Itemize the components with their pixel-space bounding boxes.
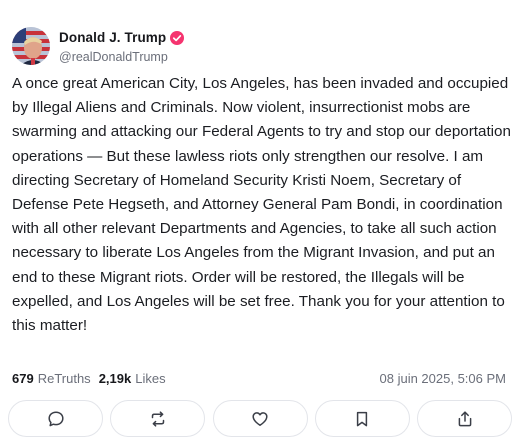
like-button[interactable] — [212, 400, 308, 437]
author-handle[interactable]: @realDonaldTrump — [59, 50, 184, 64]
action-bar — [8, 400, 512, 438]
bookmark-button[interactable] — [314, 400, 410, 437]
post-timestamp[interactable]: 08 juin 2025, 5:06 PM — [380, 371, 506, 386]
share-button[interactable] — [417, 400, 512, 437]
post-text: A once great American City, Los Angeles,… — [12, 75, 511, 335]
post-card: Donald J. Trump @realDonaldTrump A once … — [0, 0, 520, 443]
reply-button[interactable] — [8, 400, 103, 437]
verified-badge-icon — [170, 30, 185, 45]
likes-label: Likes — [135, 370, 166, 386]
post-stats: 679 ReTruths 2,19k Likes 08 juin 2025, 5… — [12, 369, 506, 387]
author-identity: Donald J. Trump @realDonaldTrump — [59, 29, 185, 64]
name-row: Donald J. Trump — [59, 29, 185, 47]
likes-stat[interactable]: 2,19k Likes — [99, 371, 166, 386]
heart-icon — [251, 410, 269, 428]
retruths-count: 679 — [12, 370, 34, 386]
retruths-label: ReTruths — [37, 370, 91, 386]
author-display-name[interactable]: Donald J. Trump — [59, 30, 166, 45]
retruth-icon — [149, 410, 167, 428]
bookmark-icon — [353, 410, 371, 428]
retruth-button[interactable] — [110, 400, 206, 437]
likes-count: 2,19k — [98, 370, 132, 386]
post-header: Donald J. Trump @realDonaldTrump — [12, 26, 185, 66]
reply-icon — [47, 410, 65, 428]
retruths-stat[interactable]: 679 ReTruths — [12, 371, 91, 386]
share-icon — [456, 410, 474, 428]
avatar[interactable] — [12, 27, 50, 65]
